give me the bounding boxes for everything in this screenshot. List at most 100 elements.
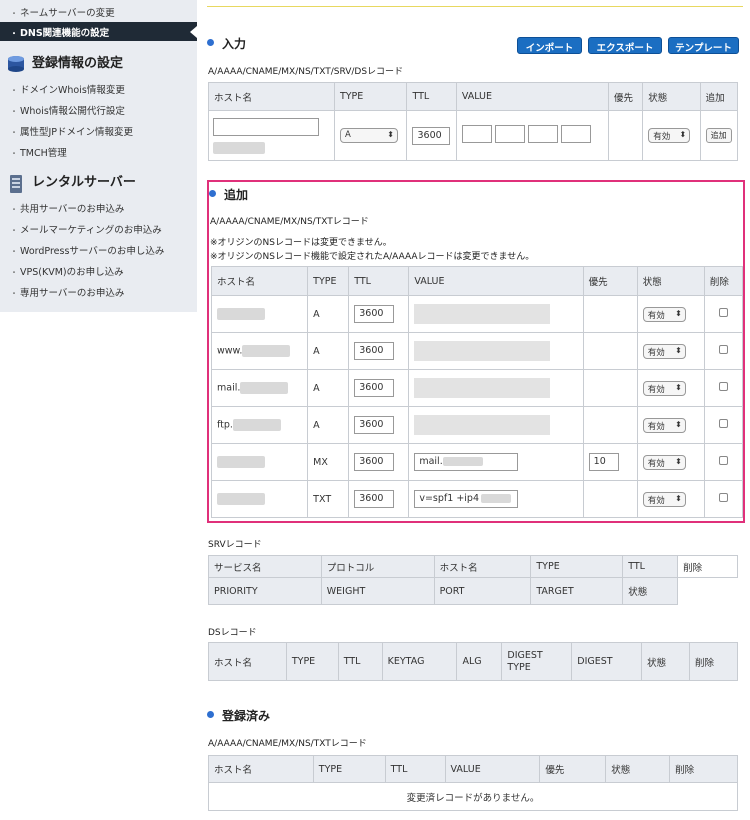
sidebar-item-vps[interactable]: VPS(KVM)のお申し込み xyxy=(10,264,124,278)
srv-col-status: 状態 xyxy=(622,577,679,605)
ds-col-host: ホスト名 xyxy=(208,642,287,681)
row-ttl-input[interactable]: 3600 xyxy=(354,305,395,323)
srv-col-port: PORT xyxy=(433,577,532,605)
ds-table: ホスト名 TYPE TTL KEYTAG ALG DIGEST TYPE DIG… xyxy=(208,642,738,681)
row-ttl-input[interactable]: 3600 xyxy=(354,490,395,508)
row-status-select[interactable]: 有効 xyxy=(642,306,686,322)
reg-col-host: ホスト名 xyxy=(208,755,314,783)
row-delete-checkbox[interactable] xyxy=(718,456,728,465)
row-ttl-input[interactable]: 3600 xyxy=(354,453,395,471)
type-select[interactable]: A xyxy=(339,128,398,143)
reg-col-type: TYPE xyxy=(312,755,386,783)
ds-col-status: 状態 xyxy=(641,642,690,681)
table-row: TXT 3600 v=spf1 +ip4 有効 xyxy=(210,480,744,518)
host-blurred xyxy=(232,419,281,431)
row-host-prefix: ftp. xyxy=(217,419,233,431)
col-type: TYPE xyxy=(333,82,408,111)
row-delete-checkbox[interactable] xyxy=(718,493,728,502)
template-button[interactable]: テンプレート xyxy=(668,37,739,54)
row-delete-checkbox[interactable] xyxy=(718,419,728,428)
table-row: www. A 3600 有効 xyxy=(210,332,744,370)
row-delete-checkbox[interactable] xyxy=(718,382,728,391)
row-status-select[interactable]: 有効 xyxy=(642,417,686,433)
row-delete-checkbox[interactable] xyxy=(718,308,728,317)
row-priority xyxy=(582,332,638,370)
status-select[interactable]: 有効 xyxy=(648,128,691,143)
sidebar-item-tmch[interactable]: TMCH管理 xyxy=(10,145,67,159)
host-input[interactable] xyxy=(213,117,319,136)
srv-col-protocol: プロトコル xyxy=(320,555,435,578)
row-value-input[interactable]: mail. xyxy=(414,453,519,471)
value-blurred xyxy=(414,304,551,324)
ip-octet-1[interactable] xyxy=(461,125,492,143)
priority-cell xyxy=(607,110,644,161)
add-section-box: 追加 A/AAAA/CNAME/MX/NS/TXTレコード ※オリジンのNSレコ… xyxy=(207,180,745,523)
row-type: A xyxy=(307,332,350,370)
col-priority: 優先 xyxy=(607,82,644,111)
input-table: ホスト名 TYPE TTL VALUE 優先 状態 追加 A 3600 有効 追… xyxy=(208,82,739,161)
row-value-input[interactable]: v=spf1 +ip4 xyxy=(414,490,519,508)
table-row: mail. A 3600 有効 xyxy=(210,369,744,407)
reg-col-delete: 削除 xyxy=(669,755,738,783)
value-blurred xyxy=(481,494,511,503)
ttl-input[interactable]: 3600 xyxy=(412,126,451,145)
add-table: ホスト名 TYPE TTL VALUE 優先 状態 削除 A 3600 有効 w… xyxy=(210,266,744,518)
srv-table: サービス名 プロトコル ホスト名 TYPE TTL 削除 PRIORITY WE… xyxy=(208,555,738,605)
value-blurred xyxy=(442,457,483,466)
host-suffix-blurred xyxy=(213,141,265,154)
host-blurred xyxy=(240,382,289,394)
row-status-select[interactable]: 有効 xyxy=(642,380,686,396)
row-priority-input[interactable]: 10 xyxy=(588,453,619,471)
row-delete-checkbox[interactable] xyxy=(718,345,728,354)
row-status-select[interactable]: 有効 xyxy=(642,454,686,470)
ip-octet-3[interactable] xyxy=(527,125,558,143)
row-ttl-input[interactable]: 3600 xyxy=(354,342,395,360)
ds-col-digest-type: DIGEST TYPE xyxy=(501,642,573,681)
srv-col-host: ホスト名 xyxy=(433,555,532,578)
reg-col-value: VALUE xyxy=(444,755,541,783)
ip-octet-2[interactable] xyxy=(494,125,525,143)
import-button[interactable]: インポート xyxy=(517,37,582,54)
row-status-select[interactable]: 有効 xyxy=(642,343,686,359)
row-ttl-input[interactable]: 3600 xyxy=(354,379,395,397)
srv-col-priority: PRIORITY xyxy=(208,577,322,605)
add-col-status: 状態 xyxy=(636,266,705,296)
sidebar-item-jp-domain[interactable]: 属性型JPドメイン情報変更 xyxy=(10,124,133,138)
sidebar-item-dns-active[interactable]: DNS関連機能の設定 xyxy=(0,22,197,41)
row-ttl-input[interactable]: 3600 xyxy=(354,416,395,434)
col-status: 状態 xyxy=(642,82,701,111)
ip-octet-4[interactable] xyxy=(560,125,591,143)
add-col-host: ホスト名 xyxy=(210,266,309,296)
row-status-select[interactable]: 有効 xyxy=(642,491,686,507)
sidebar-item-wordpress[interactable]: WordPressサーバーのお申し込み xyxy=(10,243,164,257)
add-button[interactable]: 追加 xyxy=(705,128,732,143)
input-section-title: 入力 xyxy=(207,35,246,52)
sidebar-item-shared-server[interactable]: 共用サーバーのお申込み xyxy=(10,201,124,215)
ds-col-type: TYPE xyxy=(285,642,339,681)
server-icon xyxy=(6,174,26,193)
sidebar-item-whois-change[interactable]: ドメインWhois情報変更 xyxy=(10,82,125,96)
export-button[interactable]: エクスポート xyxy=(588,37,662,54)
ds-col-digest: DIGEST xyxy=(571,642,643,681)
sidebar-item-dedicated[interactable]: 専用サーバーのお申込み xyxy=(10,285,124,299)
host-blurred xyxy=(242,345,291,357)
col-host: ホスト名 xyxy=(208,82,335,111)
reg-col-ttl: TTL xyxy=(384,755,446,783)
add-col-type: TYPE xyxy=(307,266,350,296)
srv-col-ttl: TTL xyxy=(622,555,679,578)
database-icon xyxy=(6,55,26,73)
empty-message: 変更済レコードがありません。 xyxy=(208,782,738,811)
row-type: MX xyxy=(307,443,350,481)
sidebar-item-nameserver[interactable]: ネームサーバーの変更 xyxy=(10,5,115,19)
srv-col-service: サービス名 xyxy=(208,555,322,578)
row-type: A xyxy=(307,406,350,444)
row-type: TXT xyxy=(307,480,350,518)
reg-col-priority: 優先 xyxy=(539,755,607,783)
sidebar-item-mail-marketing[interactable]: メールマーケティングのお申込み xyxy=(10,222,162,236)
table-row: A 3600 有効 xyxy=(210,295,744,333)
table-row: ftp. A 3600 有効 xyxy=(210,406,744,444)
group1-title: 登録情報の設定 xyxy=(32,56,124,71)
add-col-delete: 削除 xyxy=(703,266,744,296)
sidebar-group-registration: 登録情報の設定 xyxy=(6,52,123,73)
sidebar-item-whois-proxy[interactable]: Whois情報公開代行設定 xyxy=(10,103,125,117)
